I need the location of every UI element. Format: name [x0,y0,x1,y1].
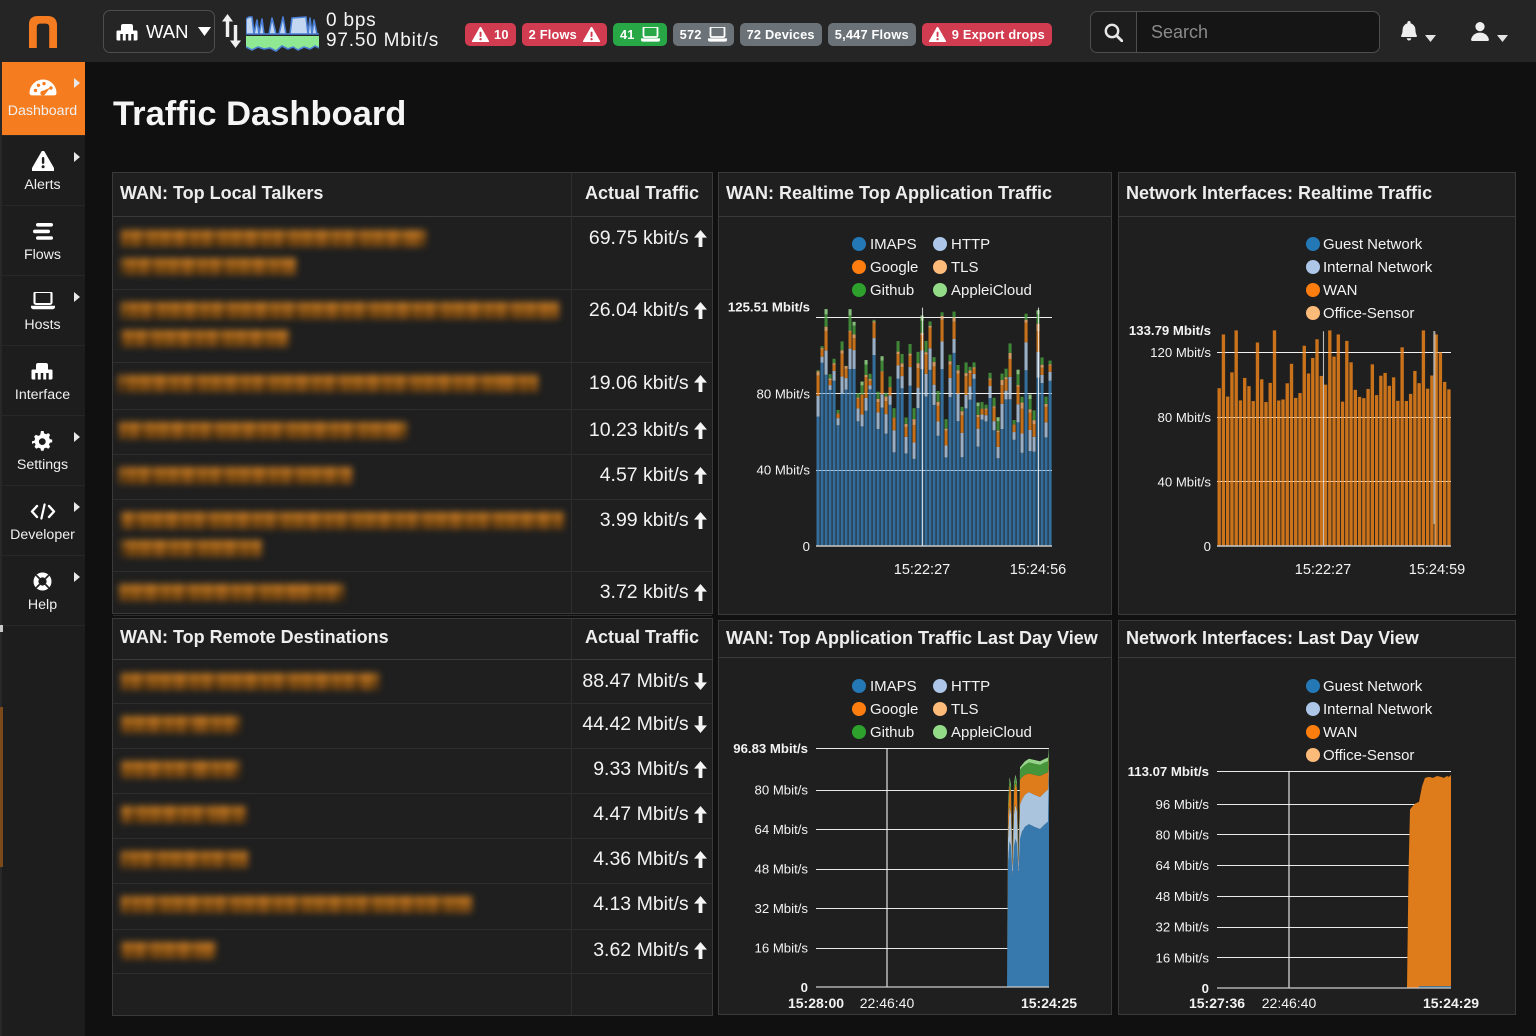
svg-text:Office-Sensor: Office-Sensor [1323,747,1414,764]
svg-text:40 Mbit/s: 40 Mbit/s [1157,474,1211,489]
svg-text:32 Mbit/s: 32 Mbit/s [1155,920,1209,935]
svg-text:80 Mbit/s: 80 Mbit/s [756,386,810,401]
svg-text:Guest Network: Guest Network [1323,236,1423,253]
svg-text:15:24:59: 15:24:59 [1409,562,1465,578]
svg-text:16 Mbit/s: 16 Mbit/s [1155,950,1209,965]
svg-text:15:27:36: 15:27:36 [1189,995,1245,1011]
svg-text:22:46:40: 22:46:40 [860,995,915,1011]
svg-text:133.79 Mbit/s: 133.79 Mbit/s [1129,323,1211,338]
svg-text:HTTP: HTTP [951,236,990,253]
svg-text:80 Mbit/s: 80 Mbit/s [754,783,808,798]
svg-text:Github: Github [870,724,914,741]
svg-text:0: 0 [1204,539,1211,554]
svg-text:AppleiCloud: AppleiCloud [951,282,1032,299]
svg-text:Guest Network: Guest Network [1323,678,1423,695]
svg-text:15:22:27: 15:22:27 [894,562,950,578]
svg-text:22:46:40: 22:46:40 [1262,995,1317,1011]
svg-text:125.51 Mbit/s: 125.51 Mbit/s [728,300,810,315]
svg-text:Github: Github [870,282,914,299]
svg-text:15:24:25: 15:24:25 [1021,995,1077,1011]
svg-text:15:24:29: 15:24:29 [1423,995,1479,1011]
svg-text:64 Mbit/s: 64 Mbit/s [754,822,808,837]
svg-text:IMAPS: IMAPS [870,236,917,253]
svg-text:40 Mbit/s: 40 Mbit/s [756,463,810,478]
svg-text:0: 0 [803,539,810,554]
svg-text:113.07 Mbit/s: 113.07 Mbit/s [1128,764,1209,779]
svg-text:16 Mbit/s: 16 Mbit/s [754,941,808,956]
svg-text:15:24:56: 15:24:56 [1010,562,1066,578]
svg-text:Google: Google [870,259,918,276]
svg-text:80 Mbit/s: 80 Mbit/s [1155,827,1209,842]
svg-text:Office-Sensor: Office-Sensor [1323,305,1414,322]
svg-text:120 Mbit/s: 120 Mbit/s [1150,345,1211,360]
svg-text:96.83 Mbit/s: 96.83 Mbit/s [733,741,808,756]
svg-text:48 Mbit/s: 48 Mbit/s [1155,889,1209,904]
svg-text:WAN: WAN [1323,282,1357,299]
svg-text:Internal Network: Internal Network [1323,701,1433,718]
svg-text:HTTP: HTTP [951,678,990,695]
svg-text:96 Mbit/s: 96 Mbit/s [1155,797,1209,812]
svg-text:80 Mbit/s: 80 Mbit/s [1157,410,1211,425]
svg-text:TLS: TLS [951,701,979,718]
svg-text:0: 0 [1202,981,1209,996]
svg-text:Google: Google [870,701,918,718]
svg-text:AppleiCloud: AppleiCloud [951,724,1032,741]
svg-text:15:28:00: 15:28:00 [788,995,844,1011]
svg-text:IMAPS: IMAPS [870,678,917,695]
svg-text:0: 0 [801,980,808,995]
svg-text:Internal Network: Internal Network [1323,259,1433,276]
svg-text:48 Mbit/s: 48 Mbit/s [754,862,808,877]
svg-text:32 Mbit/s: 32 Mbit/s [754,901,808,916]
svg-text:TLS: TLS [951,259,979,276]
svg-text:15:22:27: 15:22:27 [1295,562,1351,578]
svg-text:64 Mbit/s: 64 Mbit/s [1155,858,1209,873]
svg-text:WAN: WAN [1323,724,1357,741]
